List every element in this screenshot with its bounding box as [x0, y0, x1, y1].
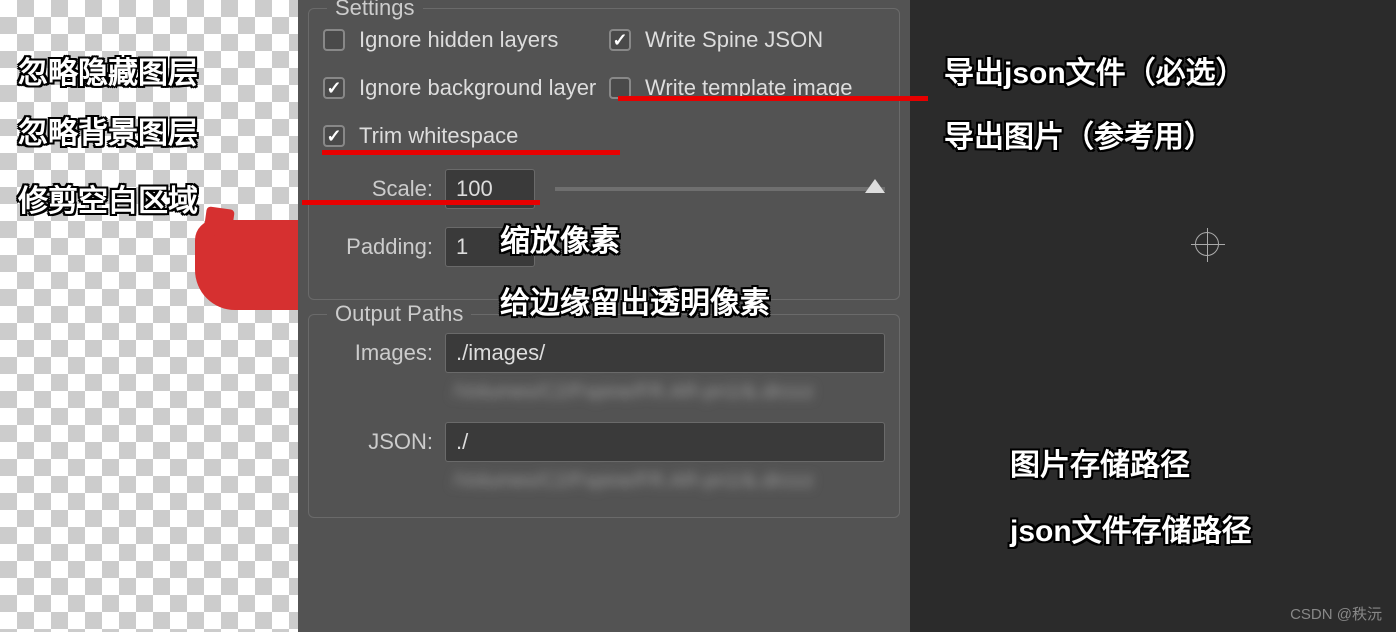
checkbox-grid: Ignore hidden layers Write Spine JSON Ig… — [323, 27, 885, 149]
label-images: Images: — [323, 340, 433, 366]
label-scale: Scale: — [323, 176, 433, 202]
checkbox-ignore-bg[interactable] — [323, 77, 345, 99]
watermark: CSDN @秩沅 — [1290, 603, 1382, 624]
checkbox-trim-ws[interactable] — [323, 125, 345, 147]
ann-write-template: 导出图片（参考用） — [944, 112, 1214, 156]
label-padding: Padding: — [323, 234, 433, 260]
images-resolved-path: /Volumes/C2/Fspine/FR.AR-pn1/&.dirzzz — [453, 381, 885, 404]
label-write-json: Write Spine JSON — [645, 27, 823, 53]
row-ignore-bg: Ignore background layer — [323, 75, 599, 101]
settings-title: Settings — [327, 0, 423, 21]
input-json[interactable] — [445, 422, 885, 462]
ann-padding: 给边缘留出透明像素 — [500, 278, 770, 322]
row-trim-ws: Trim whitespace — [323, 123, 599, 149]
checkbox-ignore-hidden[interactable] — [323, 29, 345, 51]
ann-ignore-hidden: 忽略隐藏图层 — [18, 48, 198, 92]
ann-write-json: 导出json文件（必选） — [944, 48, 1246, 92]
ann-images-path: 图片存储路径 — [1010, 440, 1190, 484]
underline-trim-ws — [302, 200, 540, 205]
transparency-background — [0, 0, 298, 632]
artwork-shape — [195, 220, 300, 310]
label-ignore-bg: Ignore background layer — [359, 75, 596, 101]
checkbox-write-json[interactable] — [609, 29, 631, 51]
output-group: Output Paths Images: /Volumes/C2/Fspine/… — [308, 314, 900, 518]
row-write-json: Write Spine JSON — [609, 27, 885, 53]
scale-slider[interactable] — [555, 187, 885, 191]
label-ignore-hidden: Ignore hidden layers — [359, 27, 558, 53]
json-resolved-path: /Volumes/C2/Fspine/FR.AR-pn1/&.dirzzz — [453, 470, 885, 493]
ann-json-path: json文件存储路径 — [1010, 506, 1252, 550]
scale-slider-thumb[interactable] — [865, 179, 885, 193]
underline-ignore-bg — [322, 150, 620, 155]
row-images: Images: — [323, 333, 885, 373]
underline-write-json — [618, 96, 928, 101]
label-trim-ws: Trim whitespace — [359, 123, 518, 149]
label-json: JSON: — [323, 429, 433, 455]
row-ignore-hidden: Ignore hidden layers — [323, 27, 599, 53]
output-title: Output Paths — [327, 301, 471, 327]
ann-trim-ws: 修剪空白区域 — [18, 176, 198, 220]
input-images[interactable] — [445, 333, 885, 373]
ann-scale: 缩放像素 — [500, 216, 620, 260]
target-icon — [1195, 232, 1219, 256]
row-json: JSON: — [323, 422, 885, 462]
ann-ignore-bg: 忽略背景图层 — [18, 108, 198, 152]
